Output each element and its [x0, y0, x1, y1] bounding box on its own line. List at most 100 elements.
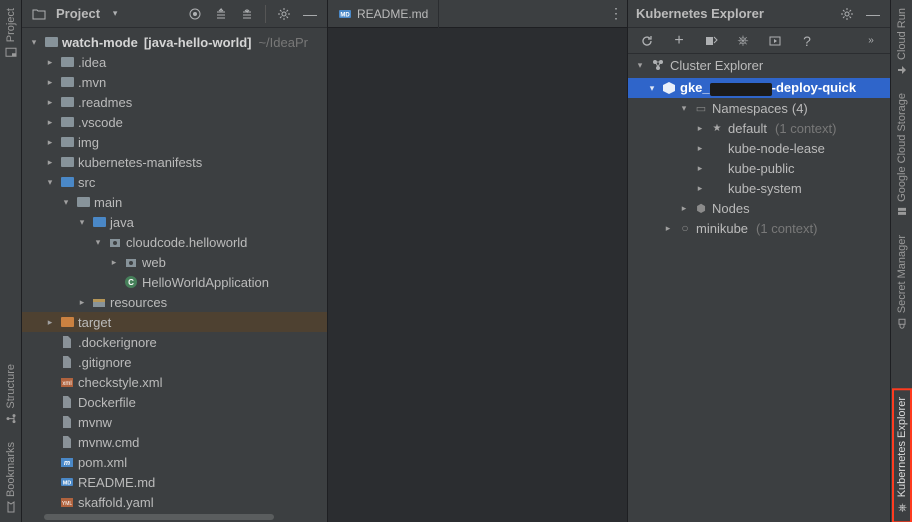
- tree-row[interactable]: target: [22, 312, 327, 332]
- arrow-icon[interactable]: [28, 36, 40, 48]
- arrow-icon[interactable]: [44, 476, 56, 488]
- k8s-row[interactable]: default(1 context): [628, 118, 890, 138]
- tool-gcs[interactable]: Google Cloud Storage: [893, 85, 911, 227]
- tree-row[interactable]: .vscode: [22, 112, 327, 132]
- arrow-icon[interactable]: [44, 156, 56, 168]
- arrow-icon[interactable]: [662, 222, 674, 234]
- refresh-icon[interactable]: [636, 30, 658, 52]
- arrow-icon[interactable]: [44, 396, 56, 408]
- arrow-icon[interactable]: [694, 122, 706, 134]
- tree-row[interactable]: .dockerignore: [22, 332, 327, 352]
- help-icon[interactable]: ?: [796, 30, 818, 52]
- tree-row[interactable]: web: [22, 252, 327, 272]
- tree-label: .gitignore: [78, 355, 131, 370]
- k8s-row[interactable]: minikube(1 context): [628, 218, 890, 238]
- tool-project[interactable]: Project: [2, 0, 20, 67]
- arrow-icon[interactable]: [44, 136, 56, 148]
- arrow-icon[interactable]: [108, 256, 120, 268]
- tool-bookmarks[interactable]: Bookmarks: [2, 434, 20, 522]
- editor-tab-readme[interactable]: MD README.md: [328, 0, 439, 28]
- tree-row[interactable]: .readmes: [22, 92, 327, 112]
- k8s-row[interactable]: Namespaces (4): [628, 98, 890, 118]
- tree-row[interactable]: mvnw: [22, 412, 327, 432]
- arrow-icon[interactable]: [44, 456, 56, 468]
- tree-row[interactable]: mvnw.cmd: [22, 432, 327, 452]
- tree-row[interactable]: java: [22, 212, 327, 232]
- arrow-icon[interactable]: [44, 56, 56, 68]
- tree-label: img: [78, 135, 99, 150]
- collapse-all-icon[interactable]: [236, 3, 258, 25]
- project-h-scrollbar[interactable]: [22, 512, 327, 522]
- gear-icon[interactable]: [836, 3, 858, 25]
- arrow-icon[interactable]: [44, 96, 56, 108]
- tool-secret-manager[interactable]: Secret Manager: [893, 227, 911, 338]
- tool-kubernetes-explorer[interactable]: ⎈ Kubernetes Explorer: [893, 389, 911, 522]
- select-opened-file-icon[interactable]: [184, 3, 206, 25]
- tree-row[interactable]: resources: [22, 292, 327, 312]
- tab-options-icon[interactable]: ⋮: [605, 3, 627, 25]
- arrow-icon[interactable]: [44, 336, 56, 348]
- arrow-icon[interactable]: [44, 496, 56, 508]
- arrow-icon[interactable]: [678, 202, 690, 214]
- expand-all-icon[interactable]: [210, 3, 232, 25]
- tool-structure[interactable]: Structure: [2, 356, 20, 434]
- k8s-label: kube-system: [728, 181, 802, 196]
- svg-text:MD: MD: [63, 481, 72, 487]
- run-dashboard-icon[interactable]: [764, 30, 786, 52]
- arrow-icon[interactable]: [44, 76, 56, 88]
- arrow-icon[interactable]: [694, 162, 706, 174]
- k8s-row[interactable]: Nodes: [628, 198, 890, 218]
- k8s-wheel-icon[interactable]: ⎈: [732, 30, 754, 52]
- chevron-down-icon[interactable]: ▾: [104, 3, 126, 25]
- tree-root[interactable]: watch-mode [java-hello-world] ~/IdeaPr: [22, 32, 327, 52]
- arrow-icon[interactable]: [92, 236, 104, 248]
- arrow-icon[interactable]: [678, 102, 690, 114]
- add-icon[interactable]: +: [668, 30, 690, 52]
- tree-row[interactable]: .gitignore: [22, 352, 327, 372]
- arrow-icon[interactable]: [44, 416, 56, 428]
- tree-row[interactable]: main: [22, 192, 327, 212]
- k8s-row[interactable]: kube-system: [628, 178, 890, 198]
- tree-row[interactable]: xmlcheckstyle.xml: [22, 372, 327, 392]
- gear-icon[interactable]: [273, 3, 295, 25]
- arrow-icon[interactable]: [44, 376, 56, 388]
- arrow-icon[interactable]: [694, 182, 706, 194]
- tree-row[interactable]: mpom.xml: [22, 452, 327, 472]
- tree-row[interactable]: Dockerfile: [22, 392, 327, 412]
- project-tree[interactable]: watch-mode [java-hello-world] ~/IdeaPr .…: [22, 28, 327, 512]
- k8s-label: Nodes: [712, 201, 750, 216]
- hide-icon[interactable]: —: [299, 3, 321, 25]
- tree-row[interactable]: .idea: [22, 52, 327, 72]
- k8s-toolbar: + ⎈ ? »: [628, 28, 890, 54]
- file-icon: [59, 334, 75, 350]
- tree-row[interactable]: src: [22, 172, 327, 192]
- tree-row[interactable]: kubernetes-manifests: [22, 152, 327, 172]
- k8s-row[interactable]: kube-public: [628, 158, 890, 178]
- arrow-icon[interactable]: [44, 356, 56, 368]
- arrow-icon[interactable]: [694, 142, 706, 154]
- k8s-tree[interactable]: gke_-deploy-quick Namespaces (4)default(…: [628, 76, 890, 522]
- arrow-icon[interactable]: [44, 436, 56, 448]
- arrow-icon[interactable]: [76, 296, 88, 308]
- more-icon[interactable]: »: [860, 30, 882, 52]
- tool-cloud-run[interactable]: Cloud Run: [893, 0, 911, 85]
- arrow-icon[interactable]: [44, 176, 56, 188]
- k8s-row[interactable]: kube-node-lease: [628, 138, 890, 158]
- arrow-icon[interactable]: [108, 276, 120, 288]
- hide-icon[interactable]: —: [862, 3, 884, 25]
- arrow-icon[interactable]: [76, 216, 88, 228]
- arrow-icon[interactable]: [634, 59, 646, 71]
- tree-row[interactable]: .mvn: [22, 72, 327, 92]
- cluster-explorer-header[interactable]: Cluster Explorer: [628, 54, 890, 76]
- tree-row[interactable]: cloudcode.helloworld: [22, 232, 327, 252]
- tree-row[interactable]: YMLskaffold.yaml: [22, 492, 327, 512]
- arrow-icon[interactable]: [646, 82, 658, 94]
- arrow-icon[interactable]: [44, 316, 56, 328]
- k8s-cluster-selected[interactable]: gke_-deploy-quick: [628, 78, 890, 98]
- tree-row[interactable]: CHelloWorldApplication: [22, 272, 327, 292]
- open-editor-icon[interactable]: [700, 30, 722, 52]
- tree-row[interactable]: img: [22, 132, 327, 152]
- arrow-icon[interactable]: [44, 116, 56, 128]
- tree-row[interactable]: MDREADME.md: [22, 472, 327, 492]
- arrow-icon[interactable]: [60, 196, 72, 208]
